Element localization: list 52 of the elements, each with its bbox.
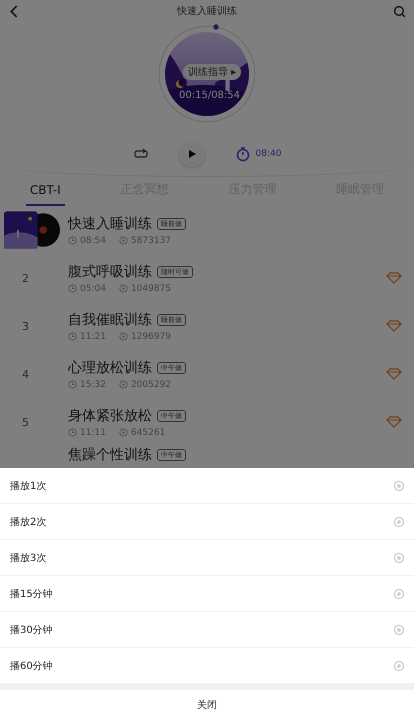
play-count-icon xyxy=(118,380,128,389)
rank-number: 4 xyxy=(22,368,29,380)
clock-icon xyxy=(68,428,77,437)
track-title: 自我催眠训练 xyxy=(68,310,152,328)
radio-button[interactable] xyxy=(394,624,404,634)
radio-button[interactable] xyxy=(394,588,404,598)
category-tab[interactable]: CBT-I xyxy=(26,179,65,206)
play-count-icon xyxy=(118,428,128,437)
play-button[interactable] xyxy=(178,141,205,167)
play-count-icon xyxy=(118,332,128,341)
play-mode-option[interactable]: 播15分钟 xyxy=(0,576,414,611)
track-title: 快速入睡训练 xyxy=(68,214,152,232)
play-icon[interactable] xyxy=(186,149,197,159)
search-icon[interactable] xyxy=(393,4,406,18)
track-duration: 15:32 xyxy=(80,380,106,390)
play-time: 00:15/08:54 xyxy=(179,90,240,101)
play-count-icon xyxy=(118,236,128,245)
track-duration: 11:21 xyxy=(80,332,106,342)
radio-button[interactable] xyxy=(394,660,404,670)
play-count: 5873137 xyxy=(130,236,172,246)
timer-time: 08:40 xyxy=(256,149,282,159)
play-count-icon xyxy=(118,284,128,293)
close-button[interactable]: 关闭 xyxy=(0,690,414,720)
rank-number: 5 xyxy=(22,416,29,428)
track-title: 身体紧张放松 xyxy=(68,406,152,424)
clock-icon xyxy=(68,284,77,293)
play-mode-option[interactable]: 播放3次 xyxy=(0,540,414,575)
radio-button[interactable] xyxy=(394,480,404,490)
track-duration: 11:11 xyxy=(80,428,106,438)
track-duration: 05:04 xyxy=(80,284,106,294)
radio-button[interactable] xyxy=(394,516,404,526)
clock-icon xyxy=(68,332,77,341)
track-title: 腹式呼吸训练 xyxy=(68,262,152,280)
play-count: 2005292 xyxy=(130,380,172,390)
clock-icon xyxy=(68,236,77,245)
play-count: 1049875 xyxy=(130,284,172,294)
play-count: 645261 xyxy=(130,428,166,438)
track-title: 心理放松训练 xyxy=(68,358,152,376)
guide-button[interactable]: 训练指导 ▸ xyxy=(183,64,242,80)
rank-number: 2 xyxy=(22,272,29,284)
play-mode-option[interactable]: 播30分钟 xyxy=(0,612,414,647)
page-title: 快速入睡训练 xyxy=(177,4,237,18)
play-mode-option[interactable]: 播放2次 xyxy=(0,504,414,539)
timer-icon[interactable] xyxy=(234,146,251,162)
rank-number: 3 xyxy=(22,320,29,332)
play-mode-option[interactable]: 播60分钟 xyxy=(0,648,414,683)
track-title: 焦躁个性训练 xyxy=(68,446,152,464)
play-mode-option[interactable]: 播放1次 xyxy=(0,468,414,503)
clock-icon xyxy=(68,380,77,389)
play-count: 1296979 xyxy=(130,332,172,342)
track-duration: 08:54 xyxy=(80,236,106,246)
radio-button[interactable] xyxy=(394,552,404,562)
